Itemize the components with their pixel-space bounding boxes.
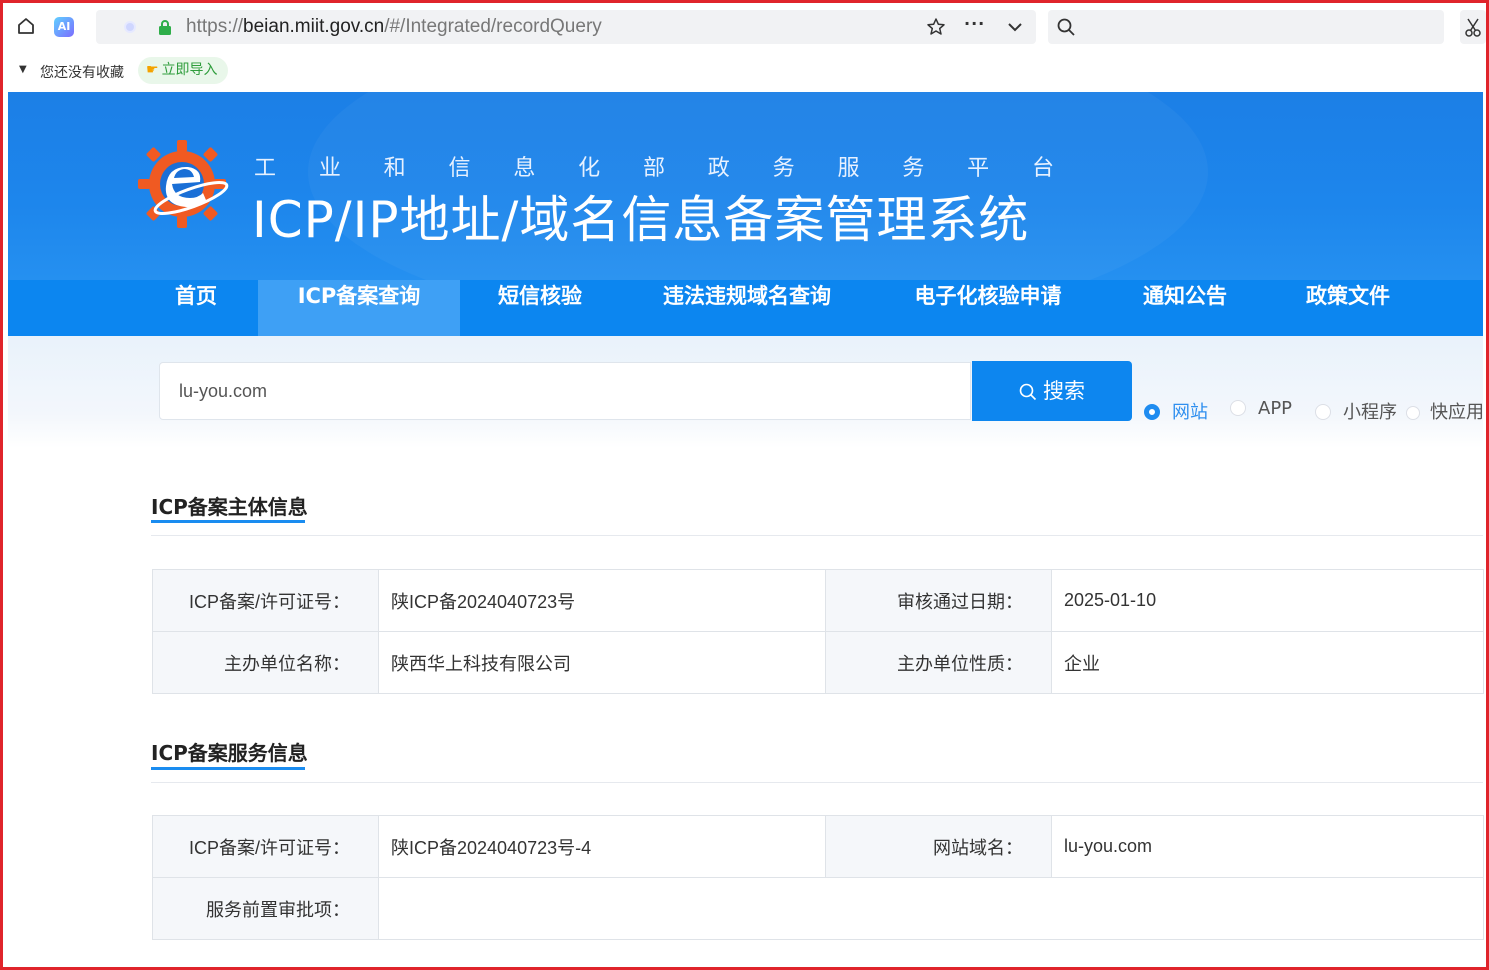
radio-label: 快应用	[1430, 402, 1484, 423]
radio-mini-program[interactable]: 小程序	[1315, 398, 1397, 424]
subtitle-char: 平	[967, 156, 990, 181]
radio-website[interactable]: 网站	[1144, 398, 1208, 424]
url-text: https://beian.miit.gov.cn/#/Integrated/r…	[186, 16, 602, 38]
radio-label: 小程序	[1343, 402, 1397, 423]
radio-dot-icon	[1230, 400, 1246, 416]
scissors-icon	[1465, 18, 1481, 37]
nav-item-e-verify-apply[interactable]: 电子化核验申请	[888, 280, 1088, 336]
radio-label: 网站	[1172, 402, 1208, 423]
home-icon[interactable]	[16, 16, 36, 36]
subject-info-table: ICP备案/许可证号： 陕ICP备2024040723号 审核通过日期： 202…	[152, 569, 1484, 694]
bookmarks-dropdown-icon[interactable]: ▼	[19, 64, 27, 75]
radio-dot-icon	[1315, 404, 1331, 420]
table-row: ICP备案/许可证号： 陕ICP备2024040723号 审核通过日期： 202…	[152, 569, 1484, 632]
license-label: ICP备案/许可证号：	[152, 569, 379, 632]
import-bookmarks-button[interactable]: ☛ 立即导入	[138, 57, 228, 84]
service-license-label: ICP备案/许可证号：	[152, 815, 379, 878]
screenshot-cut-button[interactable]	[1460, 10, 1486, 44]
subtitle-char: 信	[448, 156, 471, 181]
section-title-service: ICP备案服务信息	[151, 741, 308, 765]
site-identity-icon[interactable]	[124, 21, 136, 33]
radio-label: APP	[1258, 398, 1293, 419]
preapproval-label: 服务前置审批项：	[152, 877, 379, 940]
nav-item-policy-docs[interactable]: 政策文件	[1278, 280, 1418, 336]
table-row: ICP备案/许可证号： 陕ICP备2024040723号-4 网站域名： lu-…	[152, 815, 1484, 878]
subtitle-char: 和	[383, 156, 406, 181]
subtitle-char: 业	[318, 156, 341, 181]
subtitle-char: 政	[707, 156, 730, 181]
subtitle-char: 化	[578, 156, 601, 181]
nav-item-home[interactable]: 首页	[149, 280, 243, 336]
more-options-icon[interactable]: ···	[964, 14, 985, 33]
bookmarks-empty-text: 您还没有收藏	[40, 65, 124, 81]
approve-date-label: 审核通过日期：	[825, 569, 1052, 632]
table-row: 服务前置审批项：	[152, 877, 1484, 940]
approve-date-value: 2025-01-10	[1051, 569, 1484, 632]
ministry-subtitle: 工业和信息化部政务服务平台	[254, 150, 1054, 182]
browser-toolbar: AI https://beian.miit.gov.cn/#/Integrate…	[0, 0, 1489, 92]
service-license-value: 陕ICP备2024040723号-4	[378, 815, 826, 878]
nav-item-illegal-domain-query[interactable]: 违法违规域名查询	[638, 280, 856, 336]
subtitle-char: 服	[837, 156, 860, 181]
browser-search-box[interactable]	[1048, 10, 1444, 44]
section-divider	[151, 535, 1483, 536]
radio-dot-icon	[1144, 404, 1160, 420]
chevron-down-icon[interactable]	[1006, 19, 1024, 35]
section-underline	[151, 767, 305, 770]
site-header: 工 业 和 信 息 化 部 政 务 服 务 平 台 ICP/IP地址/域名信息备案管理系统	[8, 92, 1483, 280]
url-path: /#/Integrated/recordQuery	[384, 16, 602, 37]
service-info-table: ICP备案/许可证号： 陕ICP备2024040723号-4 网站域名： lu-…	[152, 815, 1484, 940]
license-value: 陕ICP备2024040723号	[378, 569, 826, 632]
url-domain: beian.miit.gov.cn	[243, 16, 385, 37]
search-section: lu-you.com 搜索 网站 APP 小程序 快应用	[8, 336, 1484, 448]
url-prefix: https://	[186, 16, 244, 37]
table-row: 主办单位名称： 陕西华上科技有限公司 主办单位性质： 企业	[152, 631, 1484, 694]
radio-quick-app[interactable]: 快应用	[1406, 398, 1484, 424]
subtitle-char: 部	[642, 156, 665, 181]
subtitle-char: 务	[902, 156, 925, 181]
nav-item-notices[interactable]: 通知公告	[1118, 280, 1252, 336]
lock-icon[interactable]	[158, 19, 172, 35]
section-divider	[151, 782, 1483, 783]
nav-item-icp-query[interactable]: ICP备案查询	[258, 280, 460, 336]
bookmarks-bar: ▼ 您还没有收藏 ☛ 立即导入	[0, 56, 1489, 86]
org-name-label: 主办单位名称：	[152, 631, 379, 694]
subtitle-char: 工	[254, 156, 277, 181]
pointing-hand-icon: ☛	[146, 62, 159, 78]
import-bookmarks-label: 立即导入	[161, 62, 218, 78]
org-type-value: 企业	[1051, 631, 1484, 694]
search-button[interactable]: 搜索	[972, 361, 1132, 421]
search-icon	[1019, 383, 1037, 401]
radio-app[interactable]: APP	[1230, 398, 1292, 419]
page-title: ICP/IP地址/域名信息备案管理系统	[252, 191, 1030, 249]
domain-value: lu-you.com	[1051, 815, 1484, 878]
bookmark-star-icon[interactable]	[926, 17, 946, 37]
nav-item-sms-verify[interactable]: 短信核验	[468, 280, 612, 336]
miit-logo-icon	[138, 140, 229, 228]
search-icon[interactable]	[1056, 17, 1076, 37]
domain-label: 网站域名：	[825, 815, 1052, 878]
main-nav: 首页 ICP备案查询 短信核验 违法违规域名查询 电子化核验申请 通知公告 政策…	[8, 280, 1483, 336]
search-input[interactable]: lu-you.com	[159, 362, 971, 420]
subtitle-char: 息	[513, 156, 536, 181]
preapproval-value	[378, 877, 1484, 940]
section-title-subject: ICP备案主体信息	[151, 495, 308, 519]
org-type-label: 主办单位性质：	[825, 631, 1052, 694]
subtitle-char: 台	[1031, 156, 1054, 181]
ai-assistant-icon[interactable]: AI	[54, 17, 74, 37]
subtitle-char: 务	[772, 156, 795, 181]
radio-dot-icon	[1406, 406, 1420, 420]
org-name-value: 陕西华上科技有限公司	[378, 631, 826, 694]
section-underline	[151, 520, 305, 523]
search-button-label: 搜索	[1043, 379, 1085, 403]
address-bar[interactable]: https://beian.miit.gov.cn/#/Integrated/r…	[96, 10, 1036, 44]
